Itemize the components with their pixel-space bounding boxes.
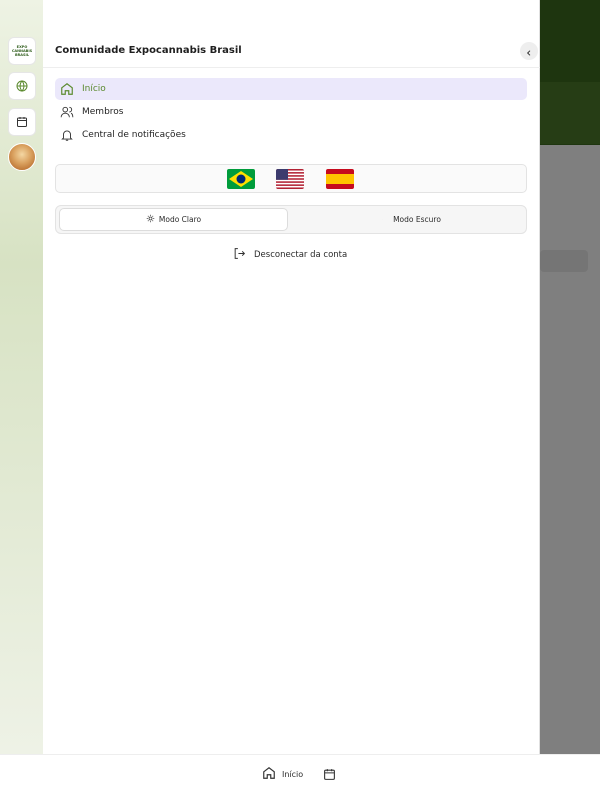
nav-item-membros[interactable]: Membros	[55, 101, 527, 123]
calendar-icon	[16, 113, 28, 132]
dark-mode-label: Modo Escuro	[393, 215, 441, 224]
side-drawer: Comunidade Expocannabis Brasil Início Me…	[43, 0, 540, 754]
chevron-left-icon	[525, 42, 533, 61]
globe-icon	[16, 77, 28, 96]
calendar-button[interactable]	[8, 108, 36, 136]
community-logo-button[interactable]: EXPO CANNABIS BRASIL	[8, 37, 36, 65]
users-icon	[60, 105, 74, 119]
drawer-title: Comunidade Expocannabis Brasil	[55, 45, 242, 56]
nav-item-notificacoes[interactable]: Central de notificações	[55, 124, 527, 146]
theme-toggle: Modo Claro Modo Escuro	[55, 205, 527, 234]
avatar[interactable]	[8, 143, 36, 171]
sun-icon	[146, 214, 155, 225]
bottom-nav-home-label: Início	[282, 769, 304, 779]
bottom-nav-bar: Início	[0, 754, 600, 800]
community-logo: EXPO CANNABIS BRASIL	[12, 45, 32, 57]
logout-label: Desconectar da conta	[254, 250, 348, 260]
logo-line-3: BRASIL	[14, 53, 30, 57]
logout-icon	[233, 247, 246, 263]
dark-mode-button[interactable]: Modo Escuro	[296, 208, 525, 231]
collapse-drawer-button[interactable]	[520, 42, 538, 60]
language-selector	[55, 164, 527, 193]
light-mode-label: Modo Claro	[158, 215, 202, 224]
home-icon	[262, 766, 276, 782]
calendar-icon	[323, 766, 336, 785]
nav-item-label: Início	[82, 84, 106, 94]
left-rail: EXPO CANNABIS BRASIL	[0, 0, 43, 754]
title-divider	[43, 67, 540, 68]
globe-button[interactable]	[8, 72, 36, 100]
logout-button[interactable]: Desconectar da conta	[233, 247, 347, 263]
bottom-nav-calendar[interactable]	[323, 766, 336, 785]
nav-item-inicio[interactable]: Início	[55, 78, 527, 100]
nav-item-label: Membros	[82, 107, 124, 117]
light-mode-button[interactable]: Modo Claro	[59, 208, 288, 231]
flag-spain-icon[interactable]	[326, 169, 354, 189]
home-icon	[60, 82, 74, 96]
flag-usa-icon[interactable]	[276, 169, 304, 189]
bell-icon	[60, 128, 74, 142]
nav-item-label: Central de notificações	[82, 130, 186, 140]
moon-icon	[380, 214, 389, 225]
bottom-nav-home[interactable]: Início	[262, 766, 303, 782]
flag-brazil-icon[interactable]	[227, 169, 255, 189]
